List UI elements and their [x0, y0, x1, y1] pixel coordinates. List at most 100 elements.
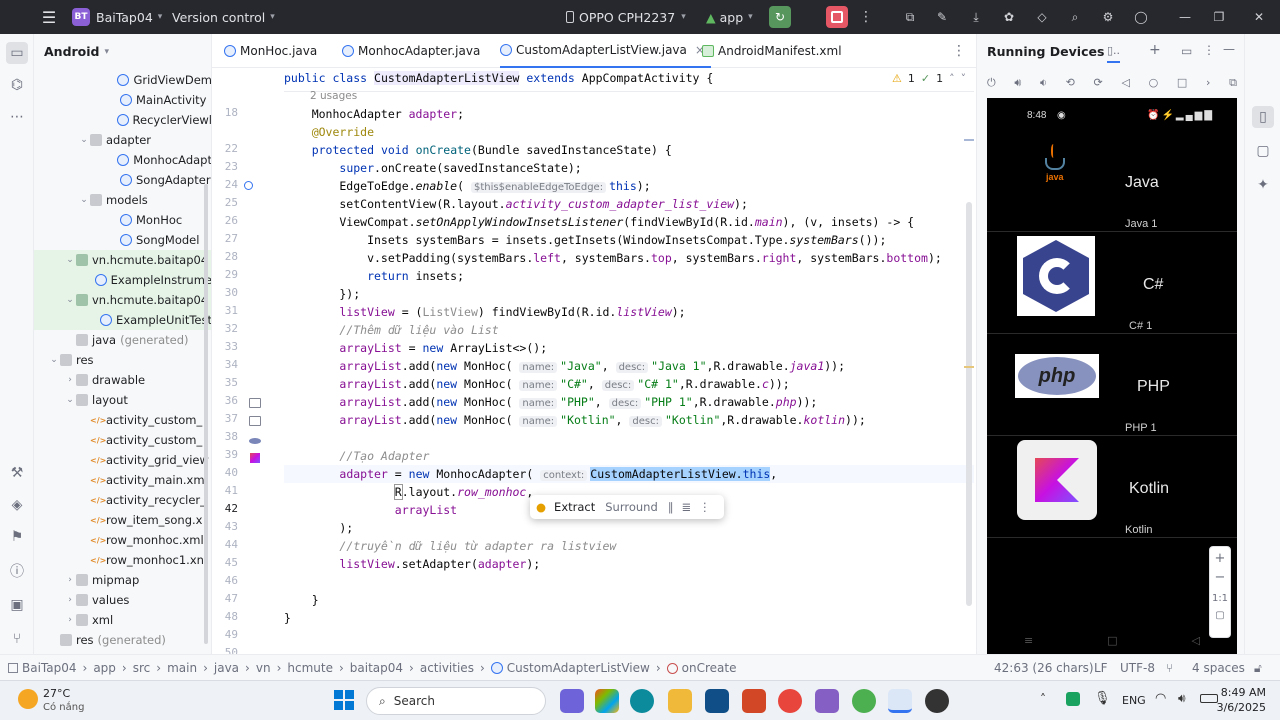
line-number[interactable]: 35: [212, 376, 238, 389]
line-number[interactable]: 28: [212, 250, 238, 263]
terminal-icon[interactable]: ▣: [6, 594, 28, 616]
line-number[interactable]: 41: [212, 484, 238, 497]
code-line[interactable]: arrayList = new ArrayList<>();: [284, 339, 974, 357]
breadcrumb-item[interactable]: java: [214, 661, 239, 675]
breadcrumb-item[interactable]: hcmute: [287, 661, 333, 675]
code-line[interactable]: arrayList.add(new MonHoc( name: "Kotlin",…: [284, 411, 974, 429]
project-tool-icon[interactable]: ▭: [6, 42, 28, 64]
code-line[interactable]: }: [284, 591, 974, 609]
tree-item[interactable]: MonhocAdapt: [34, 150, 211, 170]
code-line[interactable]: });: [284, 285, 974, 303]
breadcrumb-item[interactable]: onCreate: [682, 661, 737, 675]
line-number[interactable]: 43: [212, 520, 238, 533]
more-vertical-icon[interactable]: ⋮: [855, 6, 877, 28]
code-line[interactable]: arrayList.add(new MonHoc( name: "C#", des…: [284, 375, 974, 393]
line-number[interactable]: 38: [212, 430, 238, 443]
weather-temp[interactable]: 27°C: [43, 687, 70, 700]
line-number[interactable]: 48: [212, 610, 238, 623]
line-number[interactable]: 18: [212, 106, 238, 119]
sdk-manager-icon[interactable]: ⤓: [965, 6, 987, 28]
tree-item[interactable]: GridViewDem: [34, 70, 211, 90]
back-icon[interactable]: ◁: [1192, 634, 1200, 647]
photos-app-icon[interactable]: [595, 689, 619, 713]
run-config-selector[interactable]: ▲ app ▾: [706, 0, 753, 34]
tree-item[interactable]: ⌄ layout: [34, 390, 211, 410]
project-view-selector[interactable]: Android ▾: [44, 44, 109, 59]
code-line[interactable]: //Thêm dữ liệu vào List: [284, 321, 974, 339]
edge-icon[interactable]: [630, 689, 654, 713]
line-number[interactable]: 29: [212, 268, 238, 281]
line-number[interactable]: 34: [212, 358, 238, 371]
caret-position[interactable]: 42:63 (26 chars): [994, 655, 1094, 681]
device-manager-icon[interactable]: ⧉: [899, 6, 921, 28]
line-number[interactable]: 26: [212, 214, 238, 227]
line-number[interactable]: 25: [212, 196, 238, 209]
vcs-selector[interactable]: Version control ▾: [172, 0, 275, 34]
device-selector[interactable]: OPPO CPH2237 ▾: [566, 0, 686, 34]
breadcrumb-item[interactable]: src: [133, 661, 151, 675]
tree-item[interactable]: ⌄ adapter: [34, 130, 211, 150]
usages-hint[interactable]: 2 usages: [310, 87, 1000, 105]
line-number[interactable]: 24: [212, 178, 238, 191]
forward-icon[interactable]: ›: [1206, 76, 1210, 90]
volume-up-icon[interactable]: 🔊︎: [1014, 76, 1021, 90]
phone-screen[interactable]: 8:48 ◉ ⏰⚡▂▄▆▇ java Java Java 1 C# C# 1 p…: [987, 98, 1237, 654]
code-line[interactable]: //Tạo Adapter: [284, 447, 974, 465]
list-item[interactable]: Kotlin Kotlin: [987, 436, 1237, 538]
tree-item[interactable]: </> row_monhoc1.xn: [34, 550, 211, 570]
tree-item[interactable]: ExampleUnitTest: [34, 310, 211, 330]
code-line[interactable]: listView = (ListView) findViewById(R.id.…: [284, 303, 974, 321]
line-number[interactable]: 32: [212, 322, 238, 335]
menu-icon[interactable]: ≡: [1024, 634, 1033, 647]
home-icon[interactable]: □: [1107, 634, 1117, 647]
more-tools-icon[interactable]: ⋯: [6, 106, 28, 128]
copilot-icon[interactable]: [560, 689, 584, 713]
tree-item[interactable]: › mipmap: [34, 570, 211, 590]
weather-icon[interactable]: [18, 689, 38, 709]
tree-item[interactable]: </> activity_custom_: [34, 410, 211, 430]
project-selector[interactable]: BT BaiTap04 ▾: [72, 0, 162, 34]
git-icon[interactable]: ⑂: [1166, 655, 1173, 681]
file-encoding[interactable]: UTF-8: [1120, 655, 1155, 681]
rotate-right-icon[interactable]: ⟳: [1094, 76, 1103, 90]
line-number[interactable]: 27: [212, 232, 238, 245]
breadcrumb-item[interactable]: baitap04: [350, 661, 403, 675]
chevron-down-icon[interactable]: ⌄: [48, 355, 60, 365]
tree-item[interactable]: › drawable: [34, 370, 211, 390]
tray-chevron-up-icon[interactable]: ˄: [1040, 692, 1046, 706]
tree-item[interactable]: ⌄ res: [34, 350, 211, 370]
list-item[interactable]: php PHP PHP 1: [987, 334, 1237, 436]
wifi-icon[interactable]: ◠: [1155, 691, 1166, 706]
hide-panel-icon[interactable]: —: [1223, 42, 1235, 56]
zoom-out-icon[interactable]: −: [1210, 570, 1230, 585]
line-number[interactable]: 22: [212, 142, 238, 155]
file-explorer-icon[interactable]: [668, 689, 692, 713]
line-number[interactable]: 31: [212, 304, 238, 317]
obs-icon[interactable]: [925, 689, 949, 713]
line-number[interactable]: 44: [212, 538, 238, 551]
line-number[interactable]: 30: [212, 286, 238, 299]
chevron-down-icon[interactable]: ⌄: [64, 295, 76, 305]
code-line[interactable]: //truyền dữ liệu từ adapter ra listview: [284, 537, 974, 555]
clock-date[interactable]: 3/6/2025: [1217, 701, 1266, 714]
tree-item[interactable]: SongAdapter: [34, 170, 211, 190]
minimize-icon[interactable]: —: [1174, 6, 1196, 28]
commit-tool-icon[interactable]: ⌬: [6, 74, 28, 96]
editor-scrollbar[interactable]: [966, 202, 972, 606]
build-tool-icon[interactable]: ⚒: [6, 462, 28, 484]
override-marker-icon[interactable]: [244, 181, 253, 190]
reformat-icon[interactable]: ≣: [682, 500, 692, 514]
gear-icon[interactable]: ⚙: [1097, 6, 1119, 28]
breadcrumb-item[interactable]: main: [167, 661, 197, 675]
line-separator[interactable]: LF: [1094, 655, 1108, 681]
microphone-icon[interactable]: 🎙︎: [1094, 691, 1111, 706]
store-icon[interactable]: [705, 689, 729, 713]
chevron-right-icon[interactable]: ›: [64, 575, 76, 585]
tree-item[interactable]: </> activity_recycler_: [34, 490, 211, 510]
tree-item[interactable]: › xml: [34, 610, 211, 630]
zoom-fit-icon[interactable]: ▢: [1210, 610, 1230, 621]
clock-time[interactable]: 8:49 AM: [1221, 686, 1266, 699]
logcat-tool-icon[interactable]: ⚑: [6, 526, 28, 548]
chevron-down-icon[interactable]: ⌄: [78, 195, 90, 205]
battery-icon[interactable]: [1200, 694, 1218, 703]
